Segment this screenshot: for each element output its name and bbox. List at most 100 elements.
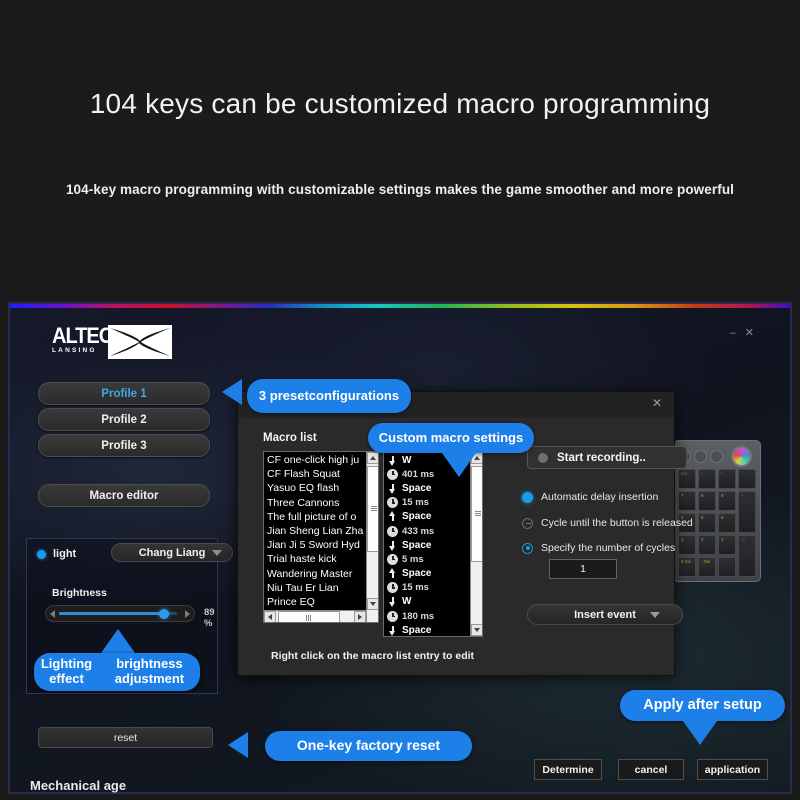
scroll-up-icon[interactable]: [367, 452, 378, 464]
cancel-button[interactable]: cancel: [618, 759, 684, 780]
macro-list-item[interactable]: The full picture of o: [267, 510, 366, 524]
sidebar-item-profile-3[interactable]: Profile 3: [38, 434, 210, 457]
minimize-icon[interactable]: –: [730, 328, 736, 339]
macro-event-row[interactable]: Space: [387, 567, 470, 581]
macro-list-item[interactable]: Trial haste kick: [267, 552, 366, 566]
macro-event-row[interactable]: 15 ms: [387, 581, 470, 595]
macro-list-item[interactable]: Prince EQ: [267, 595, 366, 609]
brand-logo: ALTEC LANSING: [52, 325, 172, 359]
slider-decrease-icon[interactable]: [50, 610, 55, 618]
clock-icon: [387, 610, 398, 622]
callout-3-preset-configurations: 3 preset configurations: [247, 379, 411, 413]
sidebar-item-profile-2[interactable]: Profile 2: [38, 408, 210, 431]
event-list-vscrollbar[interactable]: [470, 452, 482, 636]
light-toggle[interactable]: light: [37, 548, 76, 560]
macro-list-item[interactable]: Wandering Master: [267, 567, 366, 581]
cycles-count-value: 1: [580, 563, 586, 575]
macro-event-row[interactable]: 15 ms: [387, 496, 470, 510]
macro-event-list[interactable]: W 401 ms Space 15 ms Space 433 ms Space 5 ms Spa…: [383, 451, 483, 637]
macro-list[interactable]: CF one-click high ju CF Flash Squat Yasuo …: [263, 451, 379, 623]
callout-line: One-key factory reset: [296, 737, 441, 754]
callout-line: Custom macro settings: [378, 429, 524, 445]
arrow-down-icon: [387, 455, 398, 466]
callout-arrow-custom-macro: [442, 453, 476, 477]
lighting-effect-select[interactable]: Chang Liang: [111, 543, 233, 562]
callout-line: configurations: [308, 387, 400, 403]
option-specify-cycles[interactable]: Specify the number of cycles: [522, 542, 675, 554]
macro-list-item[interactable]: Jian Sheng Lian Zha: [267, 524, 366, 538]
macro-list-item[interactable]: CF Flash Squat: [267, 467, 366, 481]
callout-custom-macro-settings: Custom macro settings: [368, 423, 534, 453]
keypad-key: ⏎: [738, 535, 756, 577]
macro-list-item[interactable]: CF one-click high ju: [267, 453, 366, 467]
radio-icon[interactable]: [522, 491, 533, 503]
light-radio-icon[interactable]: [37, 549, 46, 559]
macro-list-item[interactable]: Three Cannons: [267, 496, 366, 510]
radio-icon[interactable]: [522, 542, 533, 554]
macro-list-item[interactable]: Jian Ji 5 Sword Hyd: [267, 538, 366, 552]
determine-button[interactable]: Determine: [534, 759, 602, 780]
callout-arrow-lighting: [101, 629, 135, 653]
macro-event-row[interactable]: 5 ms: [387, 552, 470, 566]
macro-event-row[interactable]: 433 ms: [387, 524, 470, 538]
option-automatic-delay[interactable]: Automatic delay insertion: [522, 491, 658, 503]
chevron-down-icon: [650, 611, 660, 618]
scroll-left-icon[interactable]: [264, 611, 276, 622]
scroll-thumb[interactable]: [471, 466, 482, 562]
close-icon[interactable]: ✕: [745, 328, 754, 339]
scroll-right-icon[interactable]: [354, 611, 366, 622]
brightness-percent: 89 %: [204, 607, 215, 629]
macro-event-row[interactable]: Space: [387, 538, 470, 552]
macro-event-row[interactable]: Space: [387, 623, 470, 636]
keypad-top-row: [678, 445, 756, 467]
macro-event-row[interactable]: 180 ms: [387, 609, 470, 623]
brightness-label: Brightness: [52, 587, 107, 599]
reset-button[interactable]: reset: [38, 727, 213, 748]
macro-event-row[interactable]: W: [387, 595, 470, 609]
start-recording-button[interactable]: Start recording..: [527, 446, 687, 469]
slider-increase-icon[interactable]: [185, 610, 190, 618]
lighting-effect-value: Chang Liang: [138, 546, 206, 559]
keypad-key: 3: [718, 535, 736, 555]
page-subtitle: 104-key macro programming with customiza…: [65, 182, 735, 197]
clock-icon: [387, 525, 398, 537]
keypad-key: Esc: [678, 469, 696, 489]
scroll-down-icon[interactable]: [471, 624, 482, 636]
footer-brand: Mechanical age: [30, 778, 127, 793]
sidebar-item-profile-1[interactable]: Profile 1: [38, 382, 210, 405]
macro-event-label: 433 ms: [402, 525, 435, 537]
macro-list-item[interactable]: Yasuo EQ flash: [267, 481, 366, 495]
keypad-key: 0 Ins: [678, 557, 696, 577]
macro-list-item[interactable]: Niu Tau Er Lian: [267, 581, 366, 595]
insert-event-dropdown[interactable]: Insert event: [527, 604, 683, 625]
keypad-key: . Del: [698, 557, 716, 577]
option-label: Automatic delay insertion: [541, 491, 659, 503]
application-button[interactable]: application: [697, 759, 768, 780]
profile-1-label: Profile 1: [101, 387, 147, 400]
option-cycle-until-released[interactable]: Cycle until the button is released: [522, 517, 693, 529]
clock-icon: [387, 497, 398, 509]
hscroll-thumb[interactable]: [278, 611, 340, 622]
brightness-slider[interactable]: [45, 605, 195, 622]
keypad-key: +: [738, 491, 756, 533]
window-controls: – ✕: [730, 328, 754, 339]
macro-list-vscrollbar[interactable]: [366, 452, 378, 622]
macro-editor-button[interactable]: Macro editor: [38, 484, 210, 507]
scroll-thumb[interactable]: [367, 466, 378, 552]
dialog-close-icon[interactable]: ✕: [650, 396, 664, 410]
macro-event-label: 180 ms: [402, 610, 435, 622]
radio-icon[interactable]: [522, 517, 533, 529]
macro-event-row[interactable]: Space: [387, 481, 470, 495]
callout-line: Lighting effect: [40, 656, 93, 686]
cycles-count-input[interactable]: 1: [549, 559, 617, 579]
callout-arrow-reset: [228, 732, 248, 758]
slider-handle[interactable]: [159, 609, 170, 619]
macro-list-hscrollbar[interactable]: [264, 610, 366, 622]
macro-event-label: Space: [402, 624, 432, 636]
keypad-key: [718, 557, 736, 577]
keypad-media-button-3: [710, 449, 723, 463]
scroll-down-icon[interactable]: [367, 598, 378, 610]
logo-starburst-icon: [108, 325, 172, 359]
macro-event-row[interactable]: Space: [387, 510, 470, 524]
keypad-key: 7: [678, 491, 696, 511]
